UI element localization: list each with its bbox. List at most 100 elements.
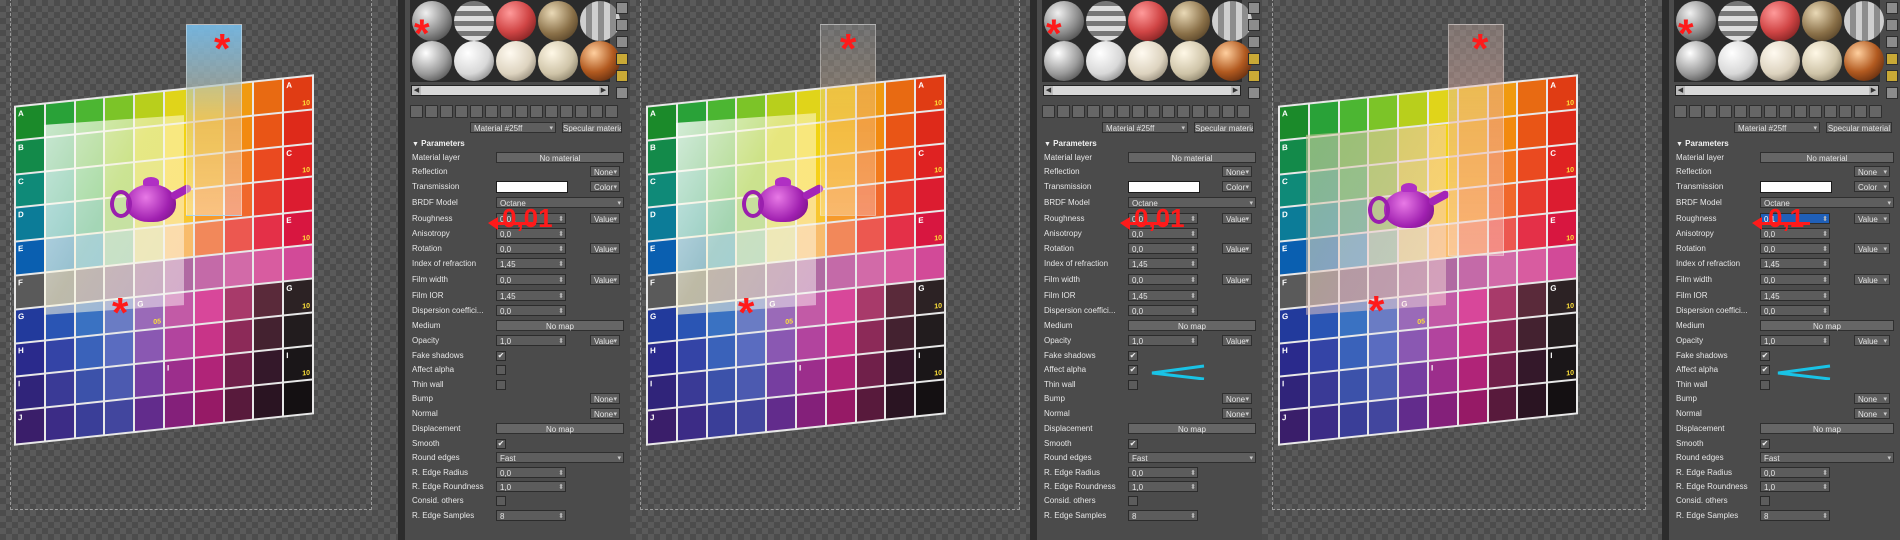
param-spinner[interactable]: 1,45 bbox=[1128, 258, 1198, 270]
material-type-button[interactable]: Specular material bbox=[562, 122, 622, 133]
param-spinner[interactable]: 8 bbox=[1128, 510, 1198, 522]
round-edges-dropdown[interactable]: Fast bbox=[1760, 452, 1894, 464]
param-spinner[interactable]: 0,0 bbox=[1128, 274, 1198, 286]
param-spinner[interactable]: 0,0 bbox=[1760, 467, 1830, 479]
param-spinner[interactable]: 0,0 bbox=[496, 305, 566, 317]
toolbar-tool-icon[interactable] bbox=[1719, 105, 1732, 118]
param-spinner[interactable]: 1,45 bbox=[496, 258, 566, 270]
background-icon[interactable] bbox=[616, 36, 628, 48]
param-dropdown[interactable]: Value bbox=[1854, 243, 1890, 255]
material-sphere-slot[interactable] bbox=[1718, 1, 1758, 41]
param-checkbox[interactable] bbox=[1760, 380, 1770, 390]
toolbar-tool-icon[interactable] bbox=[1102, 105, 1115, 118]
toolbar-tool-icon[interactable] bbox=[1192, 105, 1205, 118]
material-type-button[interactable]: Specular material bbox=[1194, 122, 1254, 133]
param-map-button[interactable]: No map bbox=[1128, 320, 1256, 331]
param-dropdown[interactable]: Value bbox=[1222, 243, 1252, 255]
select-by-material-icon[interactable] bbox=[616, 70, 628, 82]
material-type-button[interactable]: Specular material bbox=[1826, 122, 1892, 133]
material-sphere-slot[interactable] bbox=[496, 41, 536, 81]
param-spinner[interactable]: 1,45 bbox=[1128, 290, 1198, 302]
material-sphere-slot[interactable] bbox=[1170, 41, 1210, 81]
param-checkbox[interactable]: ✔ bbox=[1128, 439, 1138, 449]
material-sphere-slot[interactable] bbox=[1086, 1, 1126, 41]
toolbar-tool-icon[interactable] bbox=[605, 105, 618, 118]
param-checkbox[interactable]: ✔ bbox=[1760, 439, 1770, 449]
material-sphere-slot[interactable] bbox=[1844, 1, 1884, 41]
toolbar-tool-icon[interactable] bbox=[1042, 105, 1055, 118]
toolbar-tool-icon[interactable] bbox=[1749, 105, 1762, 118]
toolbar-tool-icon[interactable] bbox=[1222, 105, 1235, 118]
param-map-button[interactable]: No map bbox=[496, 423, 624, 434]
material-slots-scrollbar[interactable]: ◀ ▶ bbox=[1675, 85, 1879, 96]
param-spinner[interactable]: 0,0 bbox=[1128, 305, 1198, 317]
scroll-right-icon[interactable]: ▶ bbox=[1869, 86, 1878, 95]
toolbar-tool-icon[interactable] bbox=[1839, 105, 1852, 118]
material-sphere-slot[interactable] bbox=[1086, 41, 1126, 81]
param-checkbox[interactable] bbox=[496, 380, 506, 390]
param-spinner[interactable]: 1,0 bbox=[496, 335, 566, 347]
param-spinner[interactable]: 0,0 bbox=[1128, 243, 1198, 255]
param-map-button[interactable]: No material bbox=[1760, 152, 1894, 163]
material-sphere-slot[interactable] bbox=[1760, 41, 1800, 81]
param-spinner[interactable]: 0,0 bbox=[1760, 274, 1830, 286]
param-spinner[interactable]: 0,0 bbox=[496, 274, 566, 286]
toolbar-tool-icon[interactable] bbox=[1734, 105, 1747, 118]
param-dropdown[interactable]: None bbox=[1854, 408, 1890, 420]
material-sphere-slot[interactable] bbox=[1844, 41, 1884, 81]
toolbar-tool-icon[interactable] bbox=[1057, 105, 1070, 118]
toolbar-tool-icon[interactable] bbox=[1764, 105, 1777, 118]
material-slots-scrollbar[interactable]: ◀ ▶ bbox=[411, 85, 609, 96]
rollout-toggle-icon[interactable]: ▼ bbox=[1676, 141, 1683, 148]
toolbar-tool-icon[interactable] bbox=[1162, 105, 1175, 118]
backlight-icon[interactable] bbox=[616, 19, 628, 31]
rollout-toggle-icon[interactable]: ▼ bbox=[1044, 141, 1051, 148]
toolbar-tool-icon[interactable] bbox=[545, 105, 558, 118]
sample-type-icon[interactable] bbox=[1886, 2, 1898, 14]
param-dropdown[interactable]: Color bbox=[1854, 181, 1890, 193]
toolbar-tool-icon[interactable] bbox=[1794, 105, 1807, 118]
toolbar-tool-icon[interactable] bbox=[1689, 105, 1702, 118]
param-checkbox[interactable] bbox=[1128, 496, 1138, 506]
toolbar-tool-icon[interactable] bbox=[1087, 105, 1100, 118]
param-spinner[interactable]: 8 bbox=[1760, 510, 1830, 522]
param-dropdown[interactable]: None bbox=[1854, 393, 1890, 405]
toolbar-tool-icon[interactable] bbox=[1779, 105, 1792, 118]
toolbar-tool-icon[interactable] bbox=[1072, 105, 1085, 118]
material-slots-scrollbar[interactable]: ◀ ▶ bbox=[1043, 85, 1241, 96]
param-checkbox[interactable] bbox=[496, 496, 506, 506]
sample-type-icon[interactable] bbox=[616, 2, 628, 14]
param-dropdown[interactable]: Value bbox=[590, 243, 620, 255]
param-checkbox[interactable] bbox=[1760, 496, 1770, 506]
transmission-color-swatch[interactable] bbox=[1760, 181, 1832, 193]
material-sphere-slot[interactable] bbox=[454, 1, 494, 41]
navigator-icon[interactable] bbox=[1886, 87, 1898, 99]
toolbar-tool-icon[interactable] bbox=[1117, 105, 1130, 118]
param-spinner[interactable]: 0,0 bbox=[496, 243, 566, 255]
param-checkbox[interactable]: ✔ bbox=[1760, 351, 1770, 361]
navigator-icon[interactable] bbox=[616, 87, 628, 99]
param-dropdown[interactable]: Value bbox=[1854, 335, 1890, 347]
scroll-right-icon[interactable]: ▶ bbox=[599, 86, 608, 95]
toolbar-tool-icon[interactable] bbox=[560, 105, 573, 118]
param-checkbox[interactable]: ✔ bbox=[496, 439, 506, 449]
param-dropdown[interactable]: Value bbox=[590, 274, 620, 286]
material-sphere-slot[interactable] bbox=[1760, 1, 1800, 41]
material-name-combo[interactable]: Material #25ff bbox=[1734, 122, 1820, 133]
param-spinner[interactable]: 1,0 bbox=[1128, 335, 1198, 347]
toolbar-tool-icon[interactable] bbox=[590, 105, 603, 118]
options-icon[interactable] bbox=[1886, 53, 1898, 65]
param-spinner[interactable]: 1,45 bbox=[496, 290, 566, 302]
param-dropdown[interactable]: Color bbox=[1222, 181, 1252, 193]
eyedropper-icon[interactable] bbox=[452, 121, 464, 133]
navigator-icon[interactable] bbox=[1248, 87, 1260, 99]
material-sphere-slot[interactable] bbox=[1802, 41, 1842, 81]
param-spinner[interactable]: 8 bbox=[496, 510, 566, 522]
scroll-left-icon[interactable]: ◀ bbox=[412, 86, 421, 95]
param-dropdown[interactable]: Value bbox=[1222, 335, 1252, 347]
param-checkbox[interactable]: ✔ bbox=[496, 351, 506, 361]
material-sphere-slot[interactable] bbox=[454, 41, 494, 81]
toolbar-tool-icon[interactable] bbox=[1237, 105, 1250, 118]
toolbar-tool-icon[interactable] bbox=[1207, 105, 1220, 118]
param-spinner[interactable]: 1,0 bbox=[1760, 335, 1830, 347]
